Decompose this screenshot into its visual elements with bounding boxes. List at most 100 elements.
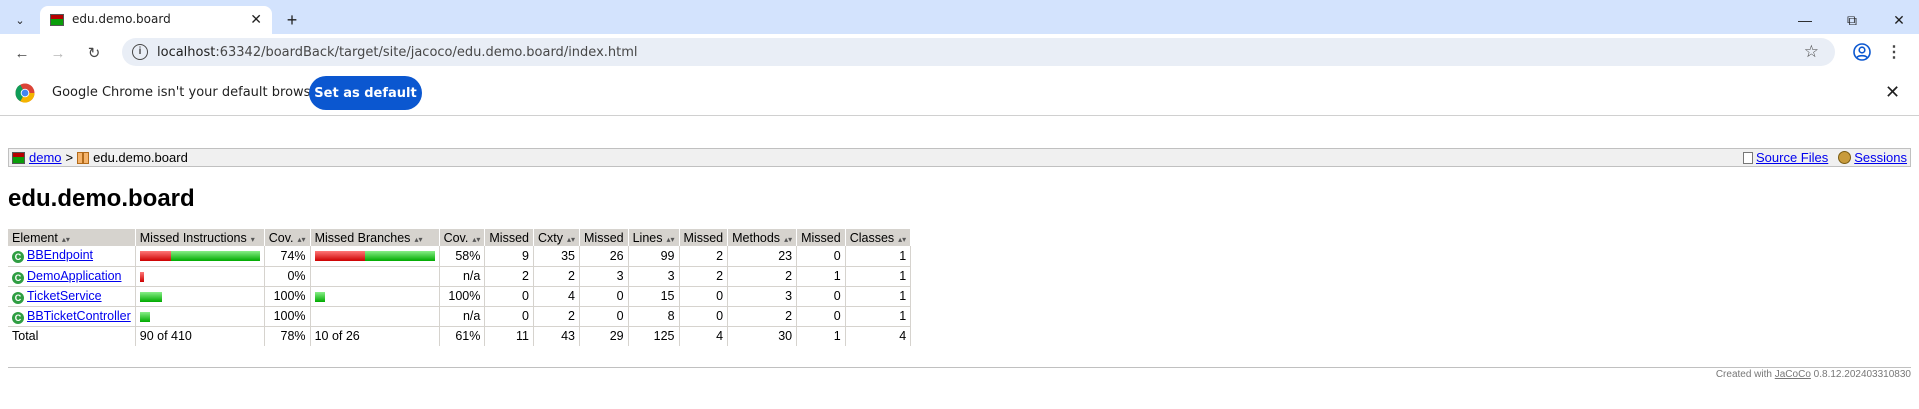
- class-icon: C: [12, 251, 24, 264]
- forward-button[interactable]: →: [46, 41, 70, 65]
- site-info-icon[interactable]: i: [132, 44, 148, 60]
- footer: Created with JaCoCo 0.8.12.202403310830: [1716, 369, 1911, 380]
- minimize-button[interactable]: —: [1793, 8, 1817, 32]
- covered-bar: [139, 291, 162, 302]
- infobar-close-icon[interactable]: ✕: [1885, 82, 1900, 103]
- source-files-icon: [1743, 151, 1753, 164]
- branches-cov: n/a: [439, 266, 486, 287]
- header-cxty[interactable]: Cxty ▴▾: [533, 229, 581, 246]
- sort-icon: ▴▾: [784, 234, 793, 244]
- covered-bar: [139, 311, 150, 322]
- table-row: C DemoApplication 0% n/a 2 2 3 3 2 2 1 1: [8, 266, 912, 287]
- restore-button[interactable]: ⧉: [1840, 8, 1864, 32]
- instructions-cov: 100%: [264, 286, 311, 307]
- total-lines: 125: [628, 326, 680, 346]
- header-methods[interactable]: Methods ▴▾: [727, 229, 798, 246]
- header-missed-lines[interactable]: Missed: [579, 229, 629, 246]
- header-classes[interactable]: Classes ▴▾: [845, 229, 912, 246]
- header-instructions-cov[interactable]: Cov. ▴▾: [264, 229, 311, 246]
- header-missed-classes[interactable]: Missed: [796, 229, 846, 246]
- coverage-table: Element ▴▾ Missed Instructions ▾ Cov. ▴▾ Mi…: [8, 229, 912, 346]
- jacoco-link[interactable]: JaCoCo: [1775, 369, 1811, 380]
- total-classes-missed: 1: [796, 326, 846, 346]
- table-row: C BBEndpoint 74% 58% 9 35 26 99 2 23 0 1: [8, 246, 912, 267]
- class-link[interactable]: TicketService: [27, 289, 102, 303]
- instructions-bar-cell: [135, 266, 265, 287]
- sessions-icon: [1838, 151, 1852, 164]
- tab-close-icon[interactable]: ✕: [250, 11, 262, 28]
- profile-icon: [1853, 43, 1871, 61]
- branches-cov: 100%: [439, 286, 486, 307]
- lines-missed-cell: 26: [579, 246, 629, 267]
- classes-missed-cell: 0: [796, 306, 846, 327]
- source-files-link[interactable]: Source Files: [1756, 150, 1828, 165]
- browser-menu-button[interactable]: ⋮: [1882, 40, 1906, 64]
- url-host: localhost: [157, 45, 216, 60]
- package-icon: [77, 151, 90, 164]
- classes-cell: 1: [845, 266, 912, 287]
- back-button[interactable]: ←: [10, 41, 34, 65]
- instructions-cov: 74%: [264, 246, 311, 267]
- sort-icon: ▴▾: [666, 234, 675, 244]
- report-icon: [12, 151, 25, 164]
- branches-cov: n/a: [439, 306, 486, 327]
- header-branches-cov[interactable]: Cov. ▴▾: [439, 229, 486, 246]
- lines-cell: 3: [628, 266, 680, 287]
- classes-missed-cell: 0: [796, 246, 846, 267]
- sessions-link[interactable]: Sessions: [1854, 150, 1907, 165]
- covered-bar: [314, 291, 325, 302]
- total-instructions-cov: 78%: [264, 326, 311, 346]
- element-cell: C BBTicketController: [8, 306, 136, 327]
- methods-missed-cell: 0: [679, 306, 729, 327]
- class-icon: C: [12, 271, 24, 284]
- classes-cell: 1: [845, 306, 912, 327]
- url-text[interactable]: localhost:63342/boardBack/target/site/ja…: [157, 45, 638, 60]
- missed-bar: [314, 251, 365, 262]
- header-missed-cxty[interactable]: Missed: [484, 229, 534, 246]
- breadcrumb-link-demo[interactable]: demo: [29, 150, 62, 165]
- total-label: Total: [8, 326, 136, 346]
- address-bar[interactable]: i localhost:63342/boardBack/target/site/…: [122, 38, 1835, 66]
- footer-prefix: Created with: [1715, 369, 1772, 380]
- sort-desc-icon: ▾: [250, 234, 255, 244]
- chrome-logo-icon: [15, 83, 35, 103]
- cxty-cell: 2: [533, 306, 581, 327]
- sort-icon: ▴▾: [898, 234, 907, 244]
- instructions-bar-cell: [135, 246, 265, 267]
- covered-bar: [364, 251, 435, 262]
- methods-cell: 23: [727, 246, 798, 267]
- header-missed-instructions[interactable]: Missed Instructions ▾: [135, 229, 265, 246]
- header-lines[interactable]: Lines ▴▾: [628, 229, 680, 246]
- tab-title: edu.demo.board: [72, 12, 171, 26]
- class-link[interactable]: DemoApplication: [27, 269, 122, 283]
- footer-version: 0.8.12.202403310830: [1813, 369, 1911, 380]
- cxty-cell: 35: [533, 246, 581, 267]
- default-browser-infobar: Google Chrome isn't your default browser…: [0, 70, 1919, 116]
- class-link[interactable]: BBTicketController: [27, 309, 131, 323]
- lines-cell: 15: [628, 286, 680, 307]
- set-as-default-button[interactable]: Set as default: [309, 76, 422, 110]
- instructions-bar-cell: [135, 306, 265, 327]
- infobar-message: Google Chrome isn't your default browser: [52, 85, 324, 100]
- url-path: :63342/boardBack/target/site/jacoco/edu.…: [215, 45, 638, 60]
- class-icon: C: [12, 311, 24, 324]
- profile-button[interactable]: [1850, 40, 1874, 64]
- breadcrumb: demo > edu.demo.board Source Files Sessi…: [8, 148, 1911, 167]
- instructions-bar-cell: [135, 286, 265, 307]
- tab-search-button[interactable]: ⌄: [8, 8, 32, 32]
- sort-icon: ▴▾: [414, 234, 423, 244]
- header-element[interactable]: Element ▴▾: [8, 229, 136, 246]
- new-tab-button[interactable]: +: [280, 8, 304, 32]
- close-window-button[interactable]: ✕: [1887, 8, 1911, 32]
- header-missed-branches[interactable]: Missed Branches ▴▾: [310, 229, 440, 246]
- reload-button[interactable]: ↻: [82, 41, 106, 65]
- bookmark-star-icon[interactable]: ☆: [1804, 42, 1819, 62]
- lines-cell: 99: [628, 246, 680, 267]
- total-lines-missed: 29: [579, 326, 629, 346]
- covered-bar: [170, 251, 260, 262]
- header-missed-methods[interactable]: Missed: [679, 229, 729, 246]
- class-link[interactable]: BBEndpoint: [27, 248, 93, 262]
- sort-icon: ▴▾: [297, 234, 306, 244]
- table-total-row: Total 90 of 410 78% 10 of 26 61% 11 43 2…: [8, 326, 912, 346]
- browser-tab[interactable]: edu.demo.board ✕: [40, 6, 272, 34]
